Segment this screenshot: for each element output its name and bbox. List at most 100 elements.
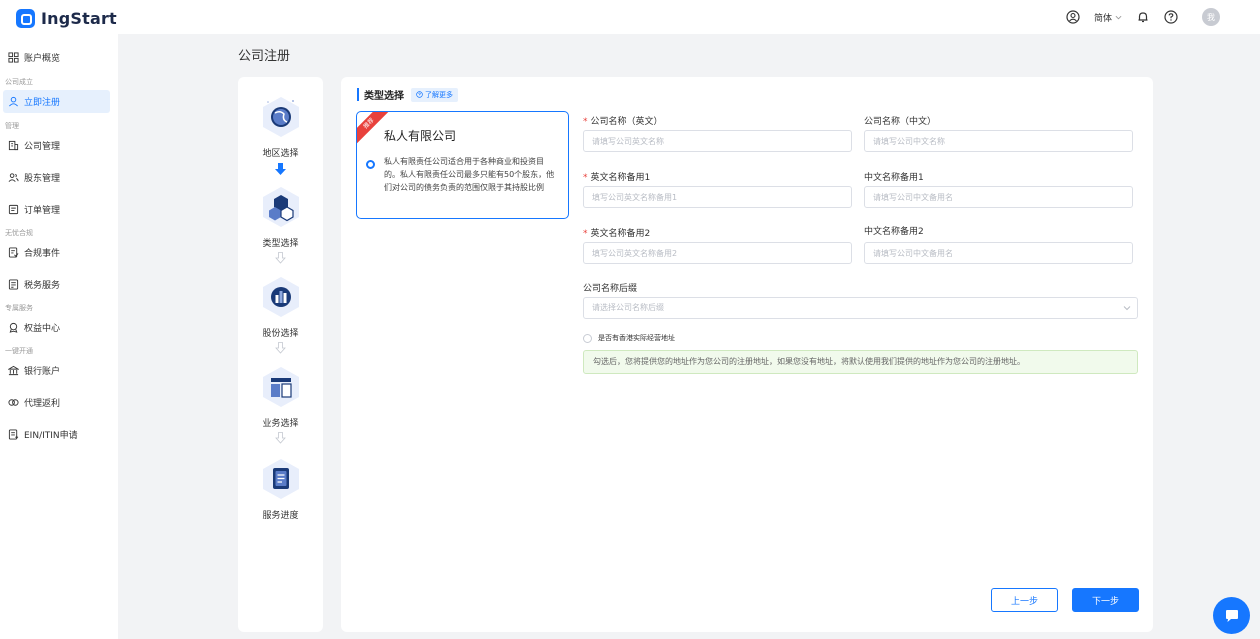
- language-label: 简体: [1093, 13, 1112, 24]
- alt-en-1-label: * 英文名称备用1: [583, 170, 650, 183]
- step-type[interactable]: 类型选择: [238, 185, 323, 249]
- sidebar-item-label: 股东管理: [24, 174, 61, 184]
- arrow-down-icon: [275, 163, 286, 175]
- bell-icon[interactable]: [1136, 10, 1150, 24]
- logo-icon: [16, 9, 35, 28]
- sidebar-item-tax-services[interactable]: 税务服务: [3, 273, 110, 296]
- learn-more-button[interactable]: 了解更多: [411, 87, 458, 102]
- chat-button[interactable]: [1213, 597, 1250, 634]
- sidebar-group-management: 管理: [5, 122, 19, 130]
- company-name-cn-input[interactable]: [864, 130, 1133, 152]
- steps-panel: 地区选择 类型选择 股份选择 业务选择 服务进度: [238, 77, 323, 632]
- globe-icon: [262, 97, 299, 137]
- sidebar-item-register[interactable]: 立即注册: [3, 90, 110, 113]
- alt-cn-1-label: 中文名称备用1: [864, 173, 924, 183]
- sidebar-item-label: 立即注册: [24, 98, 61, 108]
- help-icon[interactable]: [1164, 10, 1178, 24]
- step-label: 业务选择: [262, 419, 299, 429]
- company-type-name: 私人有限公司: [384, 129, 457, 143]
- hk-address-checkbox[interactable]: [583, 334, 592, 343]
- grid-icon: [8, 52, 19, 63]
- company-type-card[interactable]: 推荐 私人有限公司 私人有限责任公司适合用于各种商业和投资目的。私人有限责任公司…: [356, 111, 569, 219]
- step-business[interactable]: 业务选择: [238, 365, 323, 429]
- page-title: 公司注册: [238, 49, 291, 64]
- users-icon: [8, 173, 19, 182]
- sidebar-item-label: 银行账户: [24, 367, 61, 377]
- name-en-label: * 公司名称（英文）: [583, 114, 663, 127]
- sidebar-item-label: EIN/ITIN申请: [24, 431, 78, 441]
- bank-icon: [8, 365, 19, 376]
- step-region[interactable]: 地区选择: [238, 95, 323, 159]
- sidebar-item-compliance-events[interactable]: 合规事件: [3, 241, 110, 264]
- arrow-down-outline-icon: [275, 252, 286, 264]
- company-type-radio[interactable]: [366, 160, 375, 169]
- step-shares[interactable]: 股份选择: [238, 275, 323, 339]
- alt-name-cn-1-input[interactable]: [864, 186, 1133, 208]
- sidebar-group-one-click: 一键开通: [5, 347, 33, 355]
- alt-name-en-1-input[interactable]: [583, 186, 852, 208]
- sidebar-item-label: 税务服务: [24, 281, 61, 291]
- sidebar-item-agent-rebate[interactable]: 代理返利: [3, 391, 110, 414]
- alt-en-2-label: * 英文名称备用2: [583, 226, 650, 239]
- logo-text: IngStart: [41, 9, 117, 28]
- bar-chart-icon: [262, 277, 299, 317]
- name-cn-label: 公司名称（中文）: [864, 117, 937, 127]
- order-icon: [8, 204, 19, 215]
- sidebar: 账户概览 公司成立 立即注册 管理 公司管理 股东管理 订单管理 无忧合规 合规…: [0, 34, 118, 639]
- section-title: 类型选择 了解更多: [357, 87, 458, 102]
- form-icon: [8, 429, 19, 440]
- chevron-down-icon: [1115, 15, 1122, 19]
- required-mark: *: [583, 173, 588, 183]
- alt-en-2-label-text: 英文名称备用2: [590, 229, 651, 239]
- step-progress[interactable]: 服务进度: [238, 457, 323, 521]
- cubes-icon: [262, 187, 299, 227]
- sidebar-item-benefits-center[interactable]: 权益中心: [3, 316, 110, 339]
- name-suffix-placeholder: 请选择公司名称后缀: [592, 303, 664, 312]
- sidebar-item-overview[interactable]: 账户概览: [3, 46, 110, 69]
- language-selector[interactable]: 简体: [1094, 11, 1122, 24]
- next-step-button[interactable]: 下一步: [1072, 588, 1139, 612]
- rebate-icon: [8, 399, 19, 406]
- top-bar: IngStart 简体 我: [0, 0, 1260, 34]
- suffix-label: 公司名称后缀: [583, 284, 638, 294]
- sidebar-item-label: 订单管理: [24, 206, 61, 216]
- badge-icon: [9, 322, 18, 333]
- section-title-text: 类型选择: [364, 91, 404, 102]
- address-notice: 勾选后，您将提供您的地址作为您公司的注册地址，如果您没有地址，将默认使用我们提供…: [583, 350, 1138, 374]
- sidebar-item-company-management[interactable]: 公司管理: [3, 134, 110, 157]
- arrow-down-outline-icon: [275, 342, 286, 354]
- sidebar-item-label: 代理返利: [24, 399, 61, 409]
- chat-bubble-icon: [1225, 609, 1238, 622]
- required-mark: *: [583, 229, 588, 239]
- avatar[interactable]: 我: [1202, 8, 1220, 26]
- main-panel: 类型选择 了解更多 推荐 私人有限公司 私人有限责任公司适合用于各种商业和投资目…: [341, 77, 1153, 632]
- sidebar-item-label: 账户概览: [24, 54, 61, 64]
- alt-name-en-2-input[interactable]: [583, 242, 852, 264]
- required-mark: *: [583, 117, 588, 127]
- sidebar-item-bank-account[interactable]: 银行账户: [3, 359, 110, 382]
- step-label: 地区选择: [262, 149, 299, 159]
- layout-icon: [262, 367, 299, 407]
- learn-more-label: 了解更多: [425, 90, 453, 99]
- alt-en-1-label-text: 英文名称备用1: [590, 173, 651, 183]
- prev-step-button[interactable]: 上一步: [991, 588, 1058, 612]
- company-name-en-input[interactable]: [583, 130, 852, 152]
- sidebar-group-compliance: 无忧合规: [5, 229, 33, 237]
- alt-name-cn-2-input[interactable]: [864, 242, 1133, 264]
- tax-icon: [8, 279, 19, 290]
- sidebar-item-order-management[interactable]: 订单管理: [3, 198, 110, 221]
- name-suffix-select[interactable]: 请选择公司名称后缀: [583, 297, 1138, 319]
- account-circle-icon[interactable]: [1066, 10, 1080, 24]
- step-label: 股份选择: [262, 329, 299, 339]
- logo[interactable]: IngStart: [16, 9, 117, 28]
- doc-check-icon: [8, 247, 19, 258]
- sidebar-item-label: 合规事件: [24, 249, 61, 259]
- building-icon: [8, 140, 19, 151]
- alt-cn-2-label: 中文名称备用2: [864, 227, 924, 237]
- chevron-down-icon: [1123, 306, 1131, 311]
- sidebar-item-shareholder-management[interactable]: 股东管理: [3, 166, 110, 189]
- help-circle-icon: [416, 91, 423, 98]
- top-actions: 简体 我: [1052, 8, 1220, 26]
- step-label: 服务进度: [262, 511, 299, 521]
- sidebar-item-ein-itin[interactable]: EIN/ITIN申请: [3, 423, 110, 446]
